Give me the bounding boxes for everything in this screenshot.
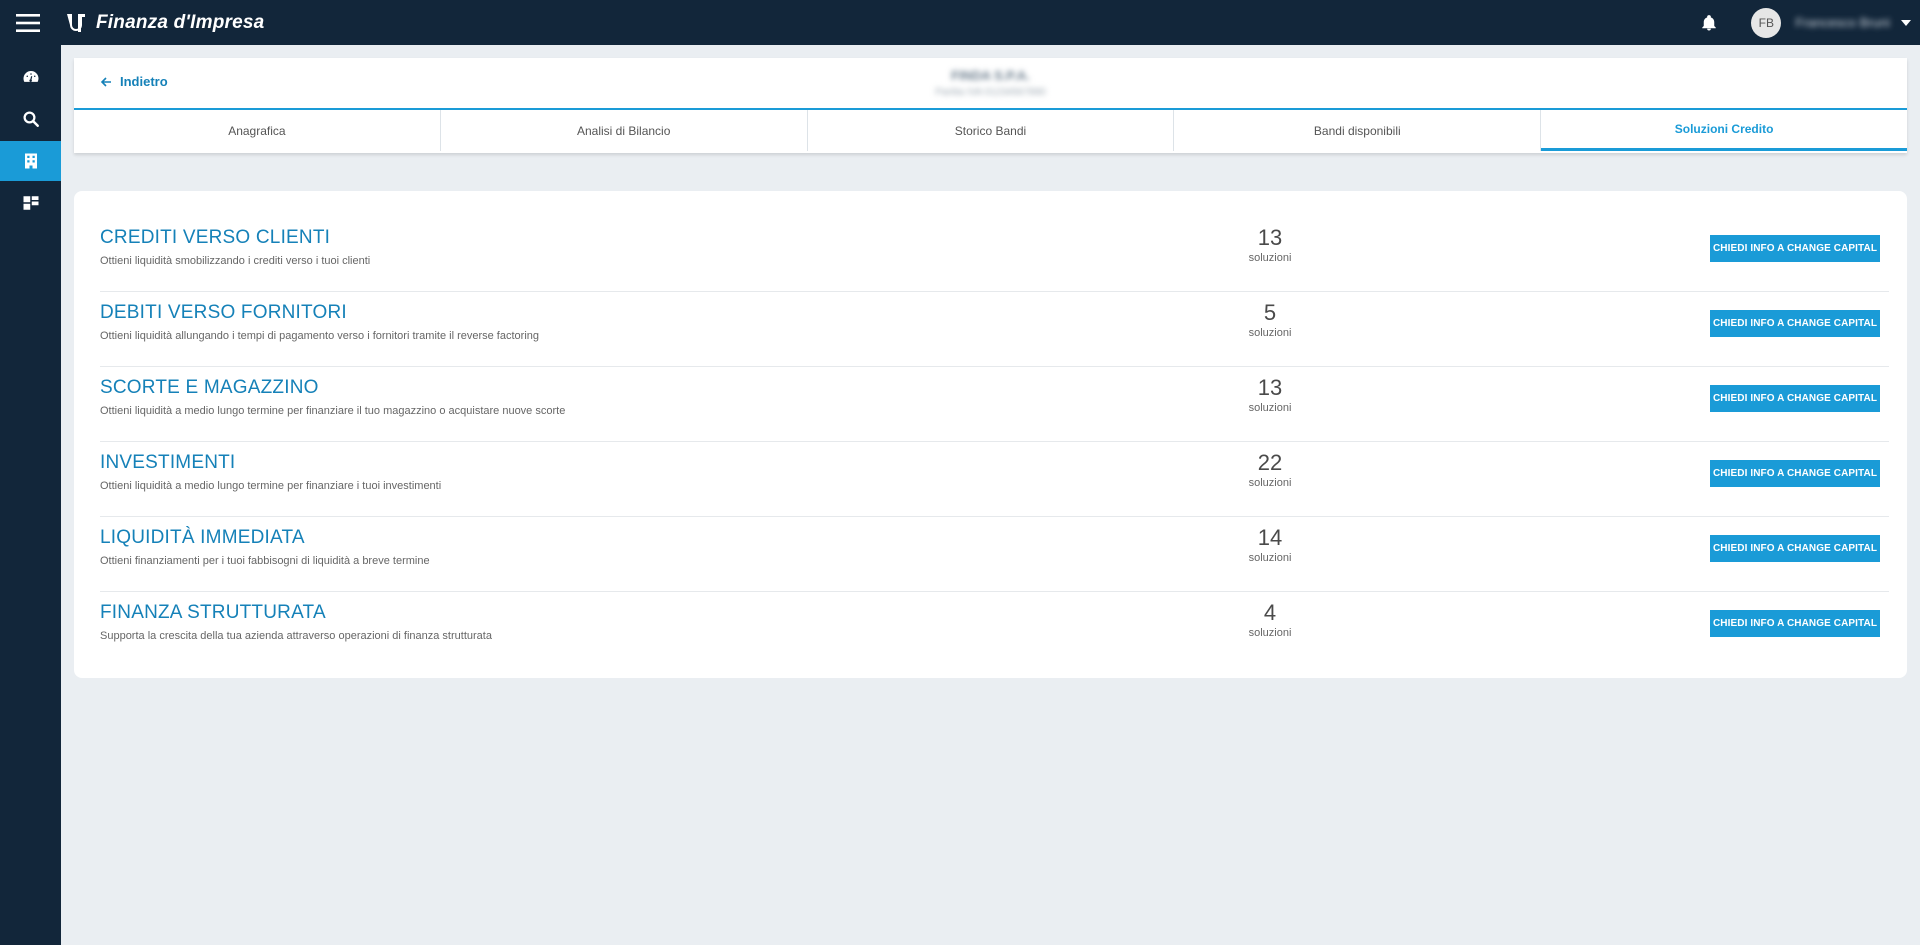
building-icon	[24, 153, 37, 169]
count-label: soluzioni	[1248, 552, 1292, 564]
company-header: Indietro FINDA S.P.A. Partita IVA 012345…	[74, 58, 1907, 153]
solution-count: 4 soluzioni	[1230, 600, 1310, 639]
tab-soluzioni-credito[interactable]: Soluzioni Credito	[1541, 110, 1907, 151]
solution-description: Ottieni liquidità smobilizzando i credit…	[100, 255, 371, 267]
tab-storico-bandi[interactable]: Storico Bandi	[808, 110, 1175, 151]
company-vat: Partita IVA 01234567890	[935, 87, 1046, 98]
bell-icon	[1702, 14, 1717, 30]
avatar[interactable]: FB	[1751, 7, 1782, 38]
list-item: INVESTIMENTI Ottieni liquidità a medio l…	[100, 442, 1889, 517]
request-info-button[interactable]: CHIEDI INFO A CHANGE CAPITAL	[1710, 460, 1880, 487]
count-label: soluzioni	[1248, 402, 1292, 414]
count-number: 4	[1263, 600, 1277, 625]
count-number: 22	[1257, 450, 1283, 475]
sidebar-item-dashboard[interactable]	[0, 57, 61, 97]
solution-description: Ottieni liquidità allungando i tempi di …	[100, 330, 539, 342]
dashboard-icon	[23, 71, 38, 82]
tab-anagrafica[interactable]: Anagrafica	[74, 110, 441, 151]
solution-description: Ottieni liquidità a medio lungo termine …	[100, 480, 442, 492]
request-info-button[interactable]: CHIEDI INFO A CHANGE CAPITAL	[1710, 535, 1880, 562]
request-info-button[interactable]: CHIEDI INFO A CHANGE CAPITAL	[1710, 235, 1880, 262]
hamburger-menu-button[interactable]	[0, 0, 56, 45]
request-info-button[interactable]: CHIEDI INFO A CHANGE CAPITAL	[1710, 310, 1880, 337]
company-name: FINDA S.P.A.	[951, 68, 1030, 83]
solution-title: FINANZA STRUTTURATA	[100, 602, 326, 623]
tab-bar: Anagrafica Analisi di Bilancio Storico B…	[74, 110, 1907, 151]
tab-analisi-bilancio[interactable]: Analisi di Bilancio	[441, 110, 808, 151]
list-item: LIQUIDITÀ IMMEDIATA Ottieni finanziament…	[100, 517, 1889, 592]
search-icon	[23, 111, 39, 127]
request-info-button[interactable]: CHIEDI INFO A CHANGE CAPITAL	[1710, 610, 1880, 637]
count-label: soluzioni	[1248, 477, 1292, 489]
count-number: 13	[1257, 225, 1283, 250]
solutions-list: CREDITI VERSO CLIENTI Ottieni liquidità …	[74, 191, 1907, 678]
solution-count: 13 soluzioni	[1230, 225, 1310, 264]
count-label: soluzioni	[1248, 327, 1292, 339]
count-number: 14	[1257, 525, 1283, 550]
solution-description: Ottieni liquidità a medio lungo termine …	[100, 405, 566, 417]
brand-logo-icon	[67, 13, 85, 32]
solution-count: 5 soluzioni	[1230, 300, 1310, 339]
user-area: FB Francesco Bruni	[1697, 0, 1920, 45]
solution-title: DEBITI VERSO FORNITORI	[100, 302, 347, 323]
sidebar	[0, 45, 61, 945]
solution-count: 14 soluzioni	[1230, 525, 1310, 564]
brand[interactable]: Finanza d'Impresa	[64, 11, 264, 35]
solution-title: LIQUIDITÀ IMMEDIATA	[100, 527, 305, 548]
solution-count: 22 soluzioni	[1230, 450, 1310, 489]
request-info-button[interactable]: CHIEDI INFO A CHANGE CAPITAL	[1710, 385, 1880, 412]
count-number: 13	[1257, 375, 1283, 400]
company-info: FINDA S.P.A. Partita IVA 01234567890	[74, 68, 1907, 98]
sidebar-item-company[interactable]	[0, 141, 61, 181]
solution-title: SCORTE E MAGAZZINO	[100, 377, 319, 398]
solution-description: Ottieni finanziamenti per i tuoi fabbiso…	[100, 555, 430, 567]
solution-title: CREDITI VERSO CLIENTI	[100, 227, 331, 248]
notifications-button[interactable]	[1697, 11, 1721, 35]
solution-count: 13 soluzioni	[1230, 375, 1310, 414]
list-item: CREDITI VERSO CLIENTI Ottieni liquidità …	[100, 217, 1889, 292]
grid-icon	[23, 196, 38, 210]
caret-down-icon[interactable]	[1898, 15, 1914, 31]
list-item: SCORTE E MAGAZZINO Ottieni liquidità a m…	[100, 367, 1889, 442]
header-top: Indietro FINDA S.P.A. Partita IVA 012345…	[74, 58, 1907, 110]
tab-bandi-disponibili[interactable]: Bandi disponibili	[1174, 110, 1542, 151]
user-name[interactable]: Francesco Bruni	[1795, 15, 1890, 30]
app-title: Finanza d'Impresa	[96, 11, 265, 33]
sidebar-item-grid[interactable]	[0, 183, 61, 223]
solution-title: INVESTIMENTI	[100, 452, 236, 473]
top-bar: Finanza d'Impresa FB Francesco Bruni	[0, 0, 1920, 45]
list-item: DEBITI VERSO FORNITORI Ottieni liquidità…	[100, 292, 1889, 367]
count-label: soluzioni	[1248, 627, 1292, 639]
solution-description: Supporta la crescita della tua azienda a…	[100, 630, 492, 642]
sidebar-item-search[interactable]	[0, 99, 61, 139]
count-label: soluzioni	[1248, 252, 1292, 264]
count-number: 5	[1263, 300, 1277, 325]
hamburger-icon	[16, 13, 40, 32]
list-item: FINANZA STRUTTURATA Supporta la crescita…	[100, 592, 1889, 667]
